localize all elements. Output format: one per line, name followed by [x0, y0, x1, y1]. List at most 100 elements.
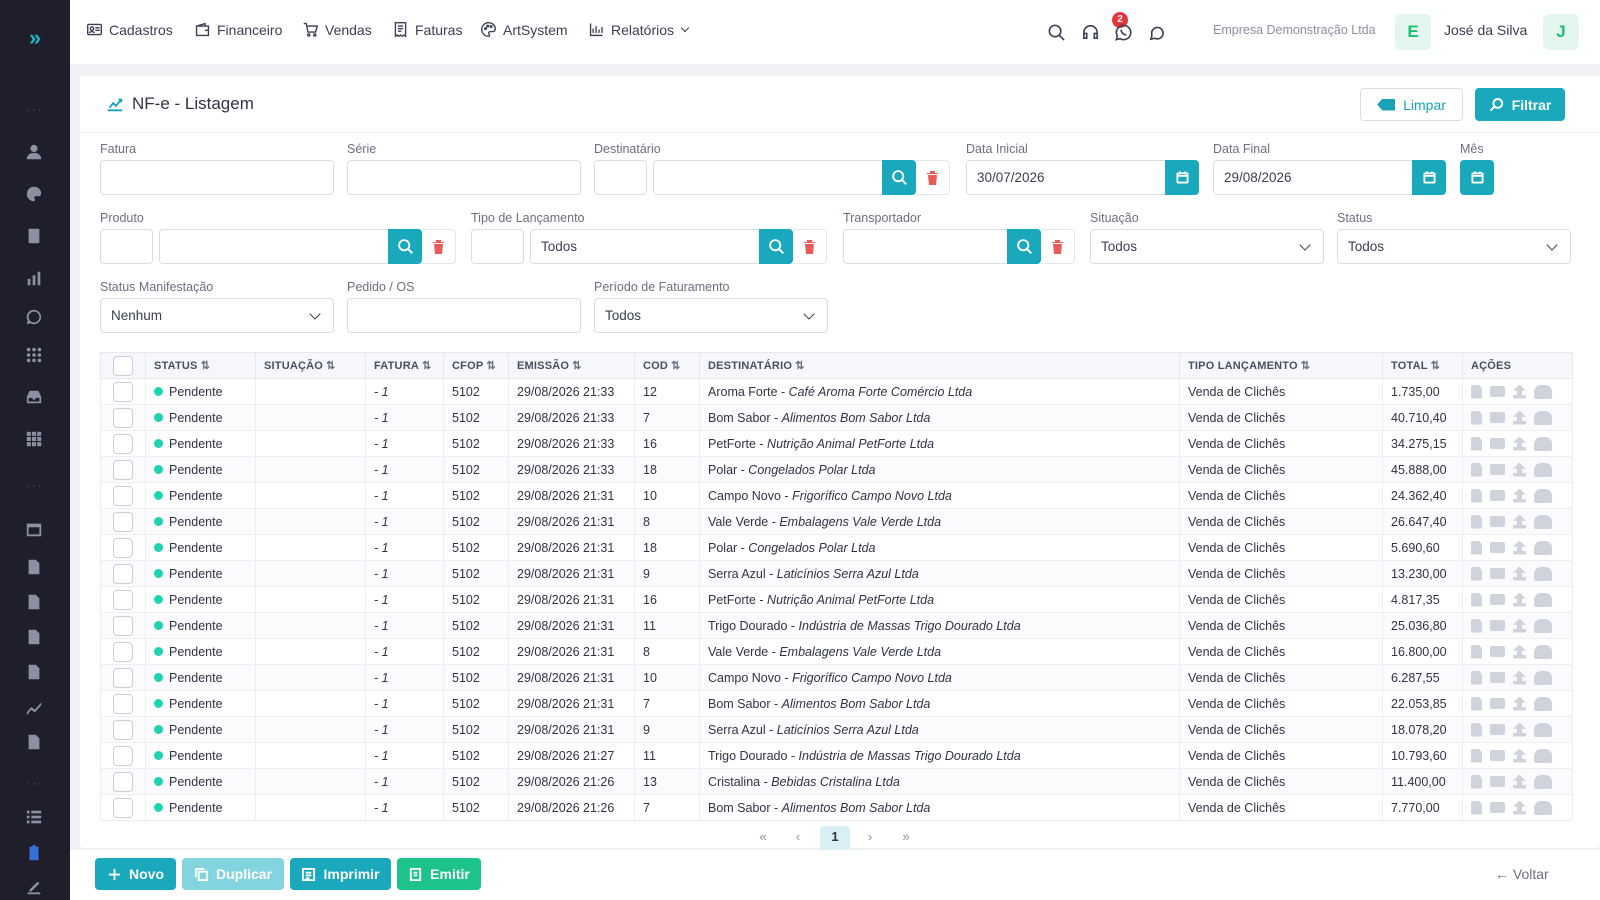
transportador-search-button[interactable]: [1007, 229, 1041, 264]
situacao-column-header[interactable]: SITUAÇÃO ⇅: [255, 352, 366, 379]
periodo-select[interactable]: Todos: [594, 298, 828, 333]
table-row[interactable]: Pendente - 1 5102 29/08/2026 21:33 16 PetFort…: [100, 430, 1573, 457]
sidebar-document-icon[interactable]: [24, 662, 44, 682]
total-column-header[interactable]: TOTAL ⇅: [1382, 352, 1463, 379]
table-row[interactable]: Pendente - 1 5102 29/08/2026 21:31 10 Campo N…: [100, 482, 1573, 509]
expand-sidebar-icon[interactable]: »: [22, 26, 48, 50]
prev-page-button[interactable]: ‹: [783, 826, 813, 850]
view-document-icon[interactable]: [1471, 436, 1482, 451]
email-icon[interactable]: [1490, 490, 1505, 501]
mes-calendar-button[interactable]: [1460, 160, 1494, 195]
user-icon[interactable]: [1534, 644, 1552, 659]
company-avatar[interactable]: E: [1395, 14, 1431, 50]
sidebar-chart-icon[interactable]: [24, 268, 44, 288]
email-icon[interactable]: [1490, 802, 1505, 813]
user-icon[interactable]: [1534, 436, 1552, 451]
upload-icon[interactable]: [1513, 748, 1526, 763]
view-document-icon[interactable]: [1471, 748, 1482, 763]
upload-icon[interactable]: [1513, 800, 1526, 815]
row-checkbox[interactable]: [113, 615, 133, 636]
status-column-header[interactable]: STATUS ⇅: [145, 352, 256, 379]
sidebar-apps-icon[interactable]: [24, 345, 44, 365]
nav-faturas[interactable]: Faturas: [392, 21, 462, 38]
user-avatar[interactable]: J: [1543, 14, 1579, 50]
view-document-icon[interactable]: [1471, 514, 1482, 529]
table-row[interactable]: Pendente - 1 5102 29/08/2026 21:31 9 Serra Az…: [100, 560, 1573, 587]
email-icon[interactable]: [1490, 412, 1505, 423]
data-final-calendar-button[interactable]: [1412, 160, 1446, 195]
row-checkbox[interactable]: [113, 537, 133, 558]
table-row[interactable]: Pendente - 1 5102 29/08/2026 21:33 7 Bom Sabo…: [100, 404, 1573, 431]
upload-icon[interactable]: [1513, 722, 1526, 737]
first-page-button[interactable]: «: [748, 826, 778, 850]
user-icon[interactable]: [1534, 488, 1552, 503]
table-row[interactable]: Pendente - 1 5102 29/08/2026 21:31 8 Vale Ver…: [100, 508, 1573, 535]
row-checkbox[interactable]: [113, 719, 133, 740]
user-icon[interactable]: [1534, 696, 1552, 711]
table-row[interactable]: Pendente - 1 5102 29/08/2026 21:31 7 Bom Sabo…: [100, 690, 1573, 717]
sidebar-users-icon[interactable]: [24, 142, 44, 162]
upload-icon[interactable]: [1513, 618, 1526, 633]
table-row[interactable]: Pendente - 1 5102 29/08/2026 21:31 11 Trigo D…: [100, 612, 1573, 639]
upload-icon[interactable]: [1513, 696, 1526, 711]
print-button[interactable]: Imprimir: [290, 858, 391, 890]
nav-vendas[interactable]: Vendas: [302, 21, 372, 38]
view-document-icon[interactable]: [1471, 566, 1482, 581]
row-checkbox[interactable]: [113, 693, 133, 714]
transportador-clear-button[interactable]: [1041, 229, 1075, 264]
headset-icon[interactable]: [1079, 21, 1101, 43]
email-icon[interactable]: [1490, 776, 1505, 787]
view-document-icon[interactable]: [1471, 384, 1482, 399]
user-icon[interactable]: [1534, 748, 1552, 763]
user-icon[interactable]: [1534, 722, 1552, 737]
view-document-icon[interactable]: [1471, 670, 1482, 685]
status-manifestacao-select[interactable]: Nenhum: [100, 298, 334, 333]
view-document-icon[interactable]: [1471, 774, 1482, 789]
row-checkbox[interactable]: [113, 407, 133, 428]
pedido-input[interactable]: [347, 298, 581, 333]
tipo-lancamento-clear-button[interactable]: [793, 229, 827, 264]
user-icon[interactable]: [1534, 670, 1552, 685]
sidebar-document-icon[interactable]: [24, 627, 44, 647]
table-row[interactable]: Pendente - 1 5102 29/08/2026 21:31 10 Campo N…: [100, 664, 1573, 691]
row-checkbox[interactable]: [113, 381, 133, 402]
emissao-column-header[interactable]: EMISSÃO ⇅: [508, 352, 635, 379]
email-icon[interactable]: [1490, 724, 1505, 735]
search-icon[interactable]: [1045, 21, 1067, 43]
user-icon[interactable]: [1534, 540, 1552, 555]
email-icon[interactable]: [1490, 542, 1505, 553]
upload-icon[interactable]: [1513, 462, 1526, 477]
user-icon[interactable]: [1534, 592, 1552, 607]
tipo-lancamento-search-button[interactable]: [759, 229, 793, 264]
sidebar-grid-icon[interactable]: [24, 429, 44, 449]
email-icon[interactable]: [1490, 516, 1505, 527]
row-checkbox[interactable]: [113, 797, 133, 818]
table-row[interactable]: Pendente - 1 5102 29/08/2026 21:31 16 PetFort…: [100, 586, 1573, 613]
view-document-icon[interactable]: [1471, 696, 1482, 711]
nav-relatorios[interactable]: Relatórios: [588, 21, 690, 38]
upload-icon[interactable]: [1513, 670, 1526, 685]
email-icon[interactable]: [1490, 750, 1505, 761]
row-checkbox[interactable]: [113, 433, 133, 454]
destinatario-code-input[interactable]: [594, 160, 647, 195]
sidebar-document-icon[interactable]: [24, 732, 44, 752]
nav-cadastros[interactable]: Cadastros: [86, 21, 173, 38]
duplicate-button[interactable]: Duplicar: [182, 858, 284, 890]
status-select[interactable]: Todos: [1337, 229, 1571, 264]
upload-icon[interactable]: [1513, 774, 1526, 789]
user-icon[interactable]: [1534, 410, 1552, 425]
user-icon[interactable]: [1534, 618, 1552, 633]
sidebar-book-icon[interactable]: [24, 226, 44, 246]
data-inicial-input[interactable]: 30/07/2026: [966, 160, 1166, 195]
sidebar-trend-icon[interactable]: [24, 697, 44, 717]
view-document-icon[interactable]: [1471, 800, 1482, 815]
upload-icon[interactable]: [1513, 514, 1526, 529]
email-icon[interactable]: [1490, 672, 1505, 683]
row-checkbox[interactable]: [113, 667, 133, 688]
upload-icon[interactable]: [1513, 384, 1526, 399]
table-row[interactable]: Pendente - 1 5102 29/08/2026 21:31 8 Vale Ver…: [100, 638, 1573, 665]
destinatario-name-input[interactable]: [653, 160, 883, 195]
clear-filters-button[interactable]: Limpar: [1360, 88, 1463, 121]
view-document-icon[interactable]: [1471, 540, 1482, 555]
table-row[interactable]: Pendente - 1 5102 29/08/2026 21:26 13 Cristal…: [100, 768, 1573, 795]
